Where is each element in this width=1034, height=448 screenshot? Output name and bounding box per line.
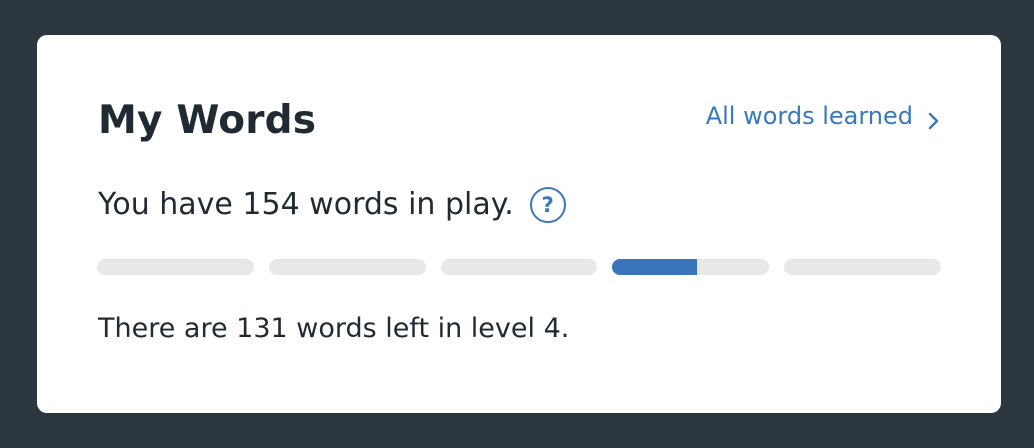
level-progress-bar [97, 259, 941, 275]
level-segment-1 [97, 259, 254, 275]
level-fill-4 [612, 259, 698, 275]
words-left-text: There are 131 words left in level 4. [98, 313, 570, 344]
question-circle-icon[interactable]: ? [529, 187, 566, 223]
level-segment-4 [612, 259, 770, 275]
card-title: My Words [98, 98, 317, 143]
level-segment-2 [268, 259, 426, 275]
my-words-card: My Words All words learned You have 154 … [37, 35, 1001, 413]
all-words-learned-label: All words learned [705, 102, 913, 130]
words-in-play-text: You have 154 words in play. [98, 187, 514, 222]
summary-row: You have 154 words in play. ? [98, 185, 566, 225]
all-words-learned-link[interactable]: All words learned [706, 101, 939, 131]
level-segment-5 [784, 259, 941, 275]
help-glyph: ? [541, 193, 554, 217]
chevron-right-icon [927, 107, 939, 130]
level-segment-3 [440, 259, 598, 275]
